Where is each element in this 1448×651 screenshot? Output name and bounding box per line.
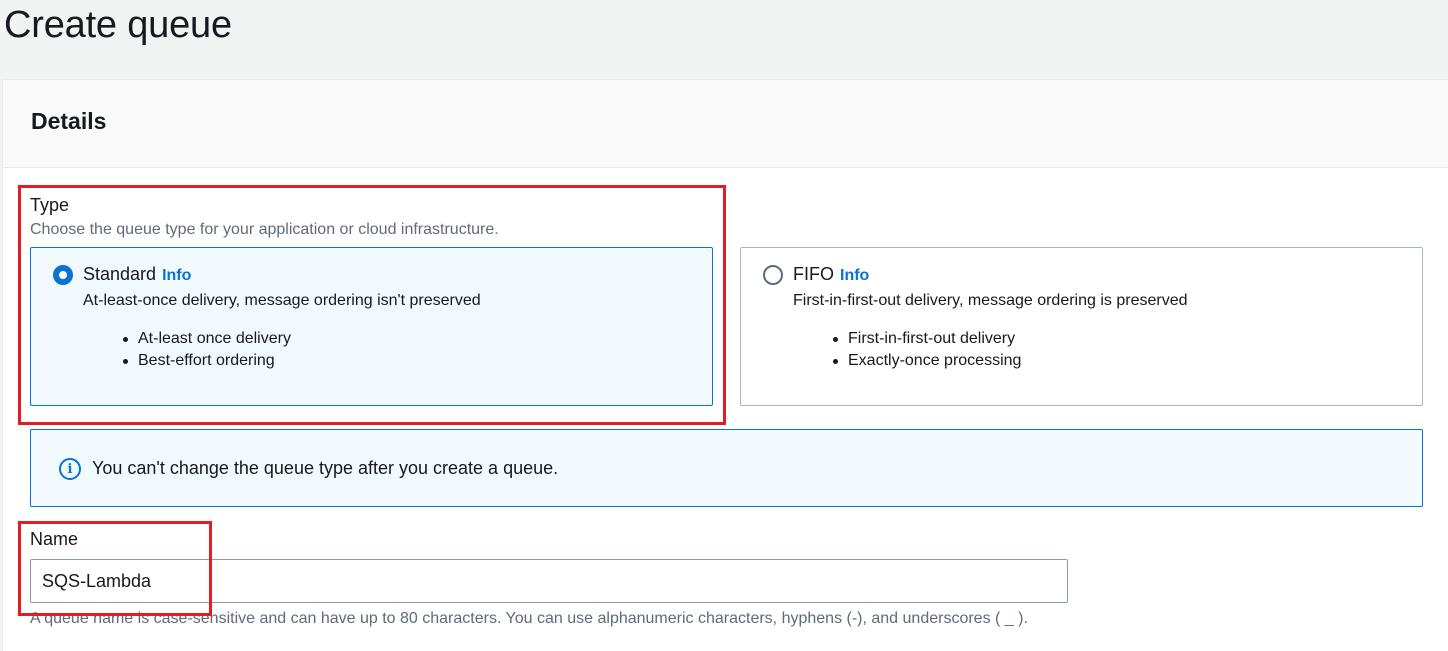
- fifo-bullets: First-in-first-out delivery Exactly-once…: [832, 328, 1021, 372]
- type-label: Type: [30, 195, 70, 215]
- name-label: Name: [30, 529, 79, 549]
- details-panel-header: Details: [3, 80, 1448, 168]
- alert-text: You can't change the queue type after yo…: [92, 458, 559, 478]
- list-item: First-in-first-out delivery: [832, 328, 1021, 350]
- tile-standard-description: At-least-once delivery, message ordering…: [83, 292, 481, 309]
- list-item: Exactly-once processing: [832, 350, 1021, 372]
- radio-fifo[interactable]: [763, 265, 783, 285]
- details-title: Details: [31, 108, 107, 134]
- queue-name-input[interactable]: [30, 559, 1068, 603]
- page-title: Create queue: [4, 4, 232, 46]
- info-icon: i: [59, 458, 81, 480]
- queue-type-alert: i You can't change the queue type after …: [30, 429, 1423, 507]
- tile-fifo-description: First-in-first-out delivery, message ord…: [793, 292, 1188, 309]
- standard-label: Standard: [83, 264, 157, 284]
- radio-standard[interactable]: [53, 265, 73, 285]
- tile-fifo-title: FIFO Info: [793, 264, 869, 285]
- fifo-label: FIFO: [793, 264, 834, 284]
- fifo-info-link[interactable]: Info: [840, 267, 869, 284]
- list-item: Best-effort ordering: [123, 350, 291, 372]
- tile-standard[interactable]: Standard Info At-least-once delivery, mes…: [30, 247, 713, 406]
- name-description: A queue name is case-sensitive and can h…: [30, 610, 1028, 627]
- tile-fifo[interactable]: FIFO Info First-in-first-out delivery, me…: [740, 247, 1423, 406]
- standard-info-link[interactable]: Info: [162, 267, 191, 284]
- tile-standard-title: Standard Info: [83, 264, 191, 285]
- standard-bullets: At-least once delivery Best-effort order…: [123, 328, 291, 372]
- type-description: Choose the queue type for your applicati…: [30, 221, 499, 238]
- list-item: At-least once delivery: [123, 328, 291, 350]
